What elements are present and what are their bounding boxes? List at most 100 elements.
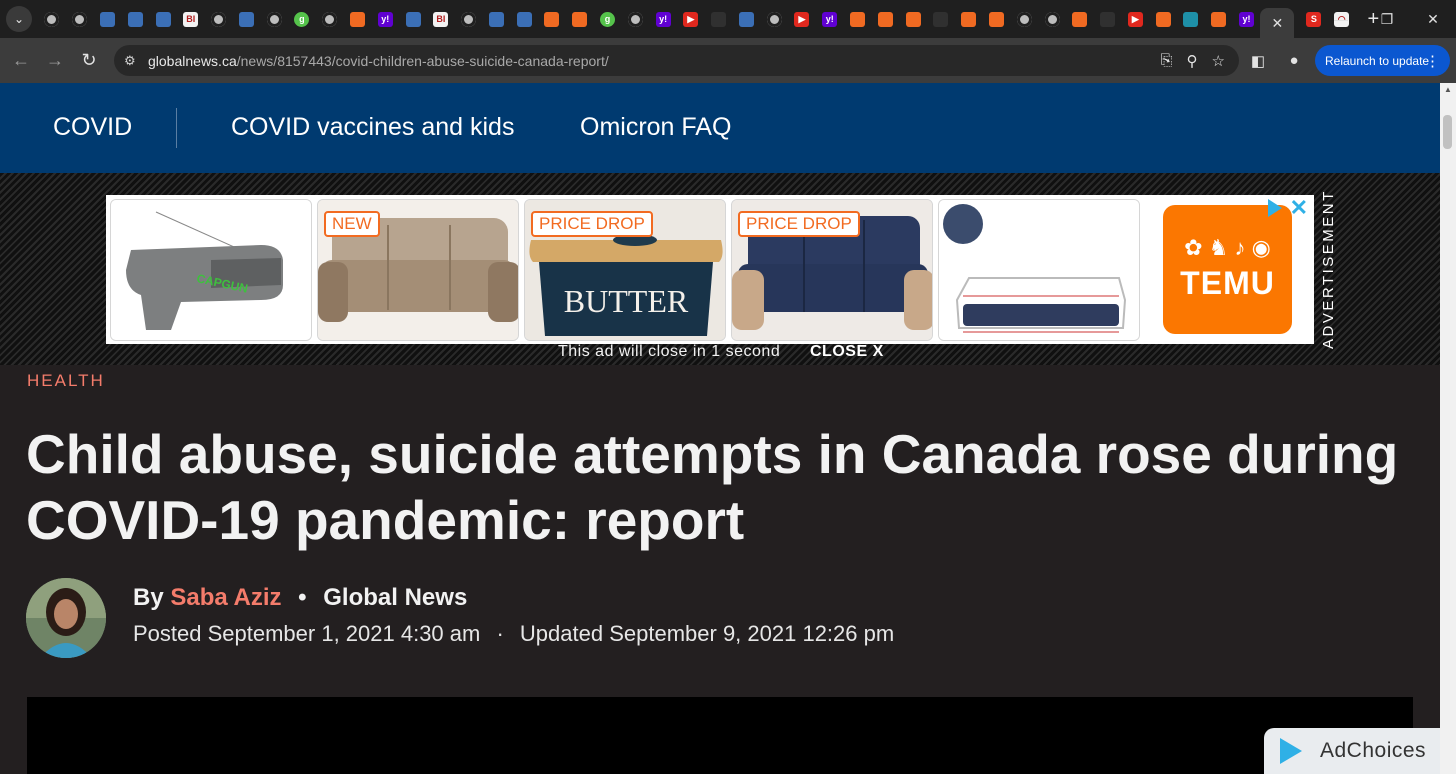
profile-icon[interactable]: ● — [1282, 49, 1306, 73]
temu-ad-banner[interactable]: CAPGUN NEW PRICE DROP BUTTER PRICE DROP … — [106, 195, 1314, 344]
install-icon[interactable]: ⎘ — [1161, 52, 1173, 69]
url-text[interactable]: globalnews.ca/news/8157443/covid-childre… — [148, 53, 609, 69]
tab-favicon[interactable]: y! — [822, 11, 838, 27]
tab-favicon[interactable]: y! — [377, 11, 393, 27]
adchoices-button[interactable]: AdChoices — [1264, 728, 1440, 774]
tab-favicon[interactable] — [572, 11, 588, 27]
tab-favicon[interactable] — [127, 11, 143, 27]
tab-favicon[interactable]: ▶ — [794, 11, 810, 27]
tab-favicon[interactable] — [99, 11, 115, 27]
temu-logo-text: TEMU — [1180, 265, 1275, 301]
side-panel-icon[interactable]: ◧ — [1246, 49, 1270, 73]
tab-favicon[interactable] — [905, 11, 921, 27]
tab-favicon[interactable] — [238, 11, 254, 27]
tab-favicon[interactable] — [988, 11, 1004, 27]
ad-close-button[interactable]: CLOSE X — [810, 343, 884, 361]
date-separator: · — [496, 621, 504, 646]
tab-favicon[interactable] — [711, 11, 727, 27]
restore-button[interactable]: ❐ — [1364, 0, 1410, 38]
ad-product-sofa-beige[interactable]: NEW — [317, 199, 519, 341]
tab-favicon[interactable] — [961, 11, 977, 27]
tab-favicon[interactable] — [544, 11, 560, 27]
omnibox-actions: ⎘ ⚲ ☆ — [1161, 45, 1225, 76]
back-button[interactable]: ← — [4, 44, 38, 78]
forward-button[interactable]: → — [38, 44, 72, 78]
byline-separator: • — [298, 584, 307, 611]
tab-favicon[interactable] — [933, 11, 949, 27]
tab-favicon[interactable] — [155, 11, 171, 27]
tab-search-button[interactable]: ⌄ — [6, 6, 32, 32]
tab-favicon[interactable] — [72, 11, 88, 27]
tab-favicon[interactable]: y! — [655, 11, 671, 27]
video-player[interactable] — [27, 697, 1413, 774]
ad-badge-price-drop-2: PRICE DROP — [738, 211, 860, 237]
tab-favicon[interactable] — [1016, 11, 1032, 27]
ad-product-sofa-navy[interactable]: PRICE DROP — [731, 199, 933, 341]
topic-nav-bar: COVID COVID vaccines and kids Omicron FA… — [0, 83, 1440, 173]
relaunch-button[interactable]: Relaunch to update ⋮ — [1315, 45, 1450, 76]
author-avatar[interactable] — [26, 578, 106, 658]
tab-favicon[interactable] — [1155, 11, 1171, 27]
tab-favicon[interactable]: ▶ — [683, 11, 699, 27]
updated-date: Updated September 9, 2021 12:26 pm — [519, 621, 895, 646]
tab-favicon[interactable] — [322, 11, 338, 27]
menu-dots-icon[interactable]: ⋮ — [1425, 52, 1440, 70]
tab-favicon[interactable] — [488, 11, 504, 27]
author-photo — [26, 578, 106, 658]
tab-favicon[interactable] — [1211, 11, 1227, 27]
minimize-button[interactable]: — — [1318, 0, 1364, 38]
tab-favicon[interactable] — [877, 11, 893, 27]
ad-product-butter-dish[interactable]: PRICE DROP BUTTER — [524, 199, 726, 341]
tab-favicon[interactable]: ▶ — [1127, 11, 1143, 27]
site-info-icon[interactable]: ⚙ — [124, 53, 144, 69]
tab-favicon[interactable] — [405, 11, 421, 27]
reload-button[interactable]: ↻ — [72, 44, 106, 78]
tab-favicon[interactable]: g — [294, 11, 310, 27]
tab-favicon[interactable] — [516, 11, 532, 27]
close-window-button[interactable]: ✕ — [1410, 0, 1456, 38]
author-link[interactable]: Saba Aziz — [170, 584, 281, 611]
zoom-icon[interactable]: ⚲ — [1187, 52, 1198, 70]
ad-choices-icon[interactable] — [1268, 199, 1282, 217]
chevron-down-icon: ⌄ — [13, 12, 25, 26]
tab-favicon[interactable] — [1072, 11, 1088, 27]
ad-close-icon[interactable]: ✕ — [1290, 195, 1308, 221]
adchoices-icon — [1280, 738, 1302, 764]
tab-favicon[interactable] — [349, 11, 365, 27]
tab-favicon[interactable] — [850, 11, 866, 27]
page-scrollbar[interactable]: ▲ — [1440, 83, 1456, 774]
topic-link-omicron-faq[interactable]: Omicron FAQ — [580, 113, 731, 142]
source-link[interactable]: Global News — [323, 584, 467, 611]
topic-link-covid[interactable]: COVID — [53, 113, 132, 142]
tab-favicon[interactable] — [1100, 11, 1116, 27]
tab-favicon[interactable] — [738, 11, 754, 27]
tab-favicon[interactable] — [44, 11, 60, 27]
star-icon[interactable]: ☆ — [1212, 52, 1225, 70]
close-tab-icon[interactable]: ✕ — [1272, 15, 1284, 32]
tab-favicon[interactable] — [211, 11, 227, 27]
ad-product-sofa-cover[interactable] — [938, 199, 1140, 341]
tab-favicon[interactable] — [766, 11, 782, 27]
scroll-up-arrow-icon[interactable]: ▲ — [1444, 85, 1452, 94]
section-kicker[interactable]: HEALTH — [27, 371, 105, 391]
tab-favicon[interactable] — [1183, 11, 1199, 27]
address-bar[interactable]: ⚙ globalnews.ca/news/8157443/covid-child… — [114, 45, 1239, 76]
tab-favicon[interactable] — [266, 11, 282, 27]
advertisement-band: CAPGUN NEW PRICE DROP BUTTER PRICE DROP … — [0, 173, 1440, 365]
tab-favicon[interactable]: BI — [433, 11, 449, 27]
topic-link-vaccines-kids[interactable]: COVID vaccines and kids — [231, 113, 514, 142]
window-controls: — ❐ ✕ — [1318, 0, 1456, 38]
sofa-cover-diagram-image — [939, 200, 1139, 340]
page-viewport: COVID COVID vaccines and kids Omicron FA… — [0, 83, 1440, 774]
tab-favicon[interactable]: g — [600, 11, 616, 27]
ad-product-capgun[interactable]: CAPGUN — [110, 199, 312, 341]
tab-favicon[interactable] — [461, 11, 477, 27]
url-host: globalnews.ca — [148, 52, 237, 69]
tab-favicon[interactable] — [627, 11, 643, 27]
scroll-thumb[interactable] — [1443, 115, 1452, 149]
active-tab[interactable]: ✕ — [1260, 8, 1295, 38]
temu-logo[interactable]: ✿ ♞ ♪ ◉ TEMU — [1163, 205, 1292, 334]
tab-favicon[interactable]: BI — [183, 11, 199, 27]
tab-favicon[interactable]: y! — [1238, 11, 1254, 27]
tab-favicon[interactable] — [1044, 11, 1060, 27]
